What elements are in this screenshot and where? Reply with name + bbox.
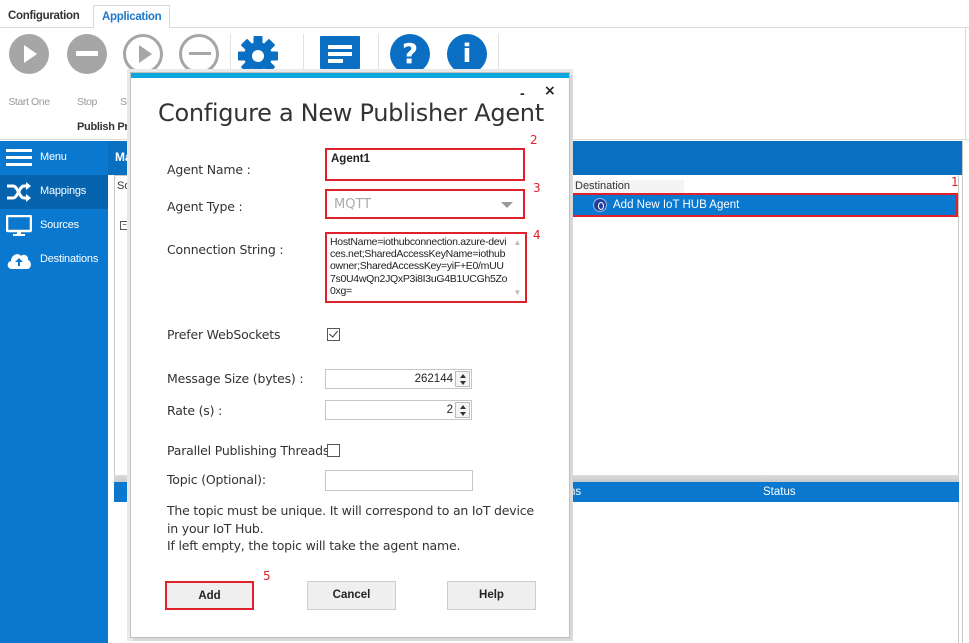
cloud-upload-icon [7, 254, 31, 269]
sidebar-item-destinations[interactable]: Destinations [0, 243, 108, 277]
topic-note-line-2: If left empty, the topic will take the a… [167, 538, 461, 553]
message-size-stepper[interactable]: 262144 [325, 369, 472, 389]
sidebar-item-label: Destinations [40, 253, 99, 265]
dialog-title: Configure a New Publisher Agent [158, 99, 544, 127]
connection-string-label: Connection String : [167, 242, 284, 257]
add-iot-hub-agent-row[interactable]: Add New IoT HUB Agent [572, 193, 958, 217]
connection-string-textarea[interactable]: HostName=iothubconnection.azure-devices.… [325, 232, 527, 303]
sidebar-item-menu[interactable]: Menu [0, 141, 108, 175]
stepper-down-icon[interactable] [460, 381, 466, 385]
prefer-websockets-checkbox[interactable] [327, 328, 340, 341]
agent-type-value: MQTT [334, 197, 372, 212]
sidebar-item-sources[interactable]: Sources [0, 209, 108, 243]
shuffle-icon [7, 182, 31, 202]
rate-value: 2 [446, 404, 453, 416]
stepper-up-icon[interactable] [460, 405, 466, 409]
cancel-button[interactable]: Cancel [307, 581, 396, 610]
start-one-button[interactable]: Start One [8, 34, 50, 108]
sidebar-item-label: Sources [40, 219, 79, 231]
annotation-4: 4 [533, 228, 541, 242]
help-ribbon-button[interactable]: ? [390, 34, 430, 74]
add-button[interactable]: Add [165, 581, 254, 610]
scroll-down-icon[interactable]: ▼ [513, 287, 521, 299]
checkmark-icon [329, 328, 338, 338]
hamburger-icon [6, 149, 32, 166]
stop-button[interactable]: Stop [67, 34, 107, 108]
about-button[interactable]: i [447, 34, 487, 74]
message-size-value: 262144 [414, 373, 453, 385]
topic-note: The topic must be unique. It will corres… [167, 502, 547, 555]
agent-name-label: Agent Name : [167, 162, 251, 177]
annotation-1: 1 [951, 175, 959, 189]
column-header-mappings[interactable]: ns [569, 486, 581, 498]
stepper-down-icon[interactable] [460, 412, 466, 416]
stop-all-button[interactable] [179, 34, 219, 74]
scroll-up-icon[interactable]: ▲ [513, 237, 521, 249]
info-icon: i [447, 34, 487, 74]
prefer-websockets-label: Prefer WebSockets [167, 327, 281, 342]
connection-string-value: HostName=iothubconnection.azure-devices.… [330, 236, 508, 297]
close-button[interactable]: × [544, 83, 556, 99]
ribbon-tab-bar: Configuration Application [0, 0, 969, 29]
chevron-down-icon [501, 202, 513, 208]
rate-stepper[interactable]: 2 [325, 400, 472, 420]
play-circle-outline-icon [123, 34, 163, 74]
tab-configuration[interactable]: Configuration [0, 5, 87, 28]
iot-hub-agent-icon [593, 198, 607, 212]
monitor-icon [6, 215, 32, 236]
annotation-3: 3 [533, 181, 541, 195]
column-header-status[interactable]: Status [763, 486, 796, 498]
start-all-button[interactable]: S [120, 34, 163, 108]
agent-type-label: Agent Type : [167, 199, 243, 214]
sources-column-header[interactable]: So [117, 180, 130, 192]
annotation-5: 5 [263, 569, 271, 583]
parallel-threads-label: Parallel Publishing Threads [167, 443, 330, 458]
destination-row-label: Add New IoT HUB Agent [613, 199, 740, 211]
annotation-2: 2 [530, 133, 538, 147]
stepper-arrows[interactable] [455, 371, 470, 387]
help-button[interactable]: Help [447, 581, 536, 610]
message-size-label: Message Size (bytes) : [167, 371, 304, 386]
ribbon-group-label: Publish Pro [77, 121, 135, 133]
topic-label: Topic (Optional): [167, 472, 266, 487]
topic-note-line-1: The topic must be unique. It will corres… [167, 503, 534, 536]
configure-publisher-agent-dialog: - × Configure a New Publisher Agent 2 Ag… [130, 72, 570, 638]
agent-name-input[interactable]: Agent1 [325, 148, 525, 181]
dialog-accent-bar [131, 73, 569, 78]
sidebar: Menu Mappings Sources Destinations [0, 141, 108, 643]
agent-type-select[interactable]: MQTT [325, 189, 525, 219]
topic-input[interactable] [325, 470, 473, 491]
start-one-label: Start One [8, 96, 50, 108]
destinations-pane [570, 175, 959, 475]
stop-circle-outline-icon [179, 34, 219, 74]
sidebar-item-label: Menu [40, 151, 67, 163]
tree-collapse-toggle[interactable]: − [120, 221, 129, 230]
destination-column-header[interactable]: Destination [574, 180, 684, 194]
stop-label: Stop [77, 96, 97, 108]
stepper-arrows[interactable] [455, 402, 470, 418]
window-right-edge [962, 141, 969, 643]
rate-label: Rate (s) : [167, 403, 223, 418]
play-circle-icon [9, 34, 49, 74]
tab-application[interactable]: Application [93, 5, 171, 29]
stepper-up-icon[interactable] [460, 374, 466, 378]
stop-circle-icon [67, 34, 107, 74]
sidebar-item-mappings[interactable]: Mappings [0, 175, 108, 209]
parallel-threads-checkbox[interactable] [327, 444, 340, 457]
help-icon: ? [390, 34, 430, 74]
sidebar-item-label: Mappings [40, 185, 87, 197]
